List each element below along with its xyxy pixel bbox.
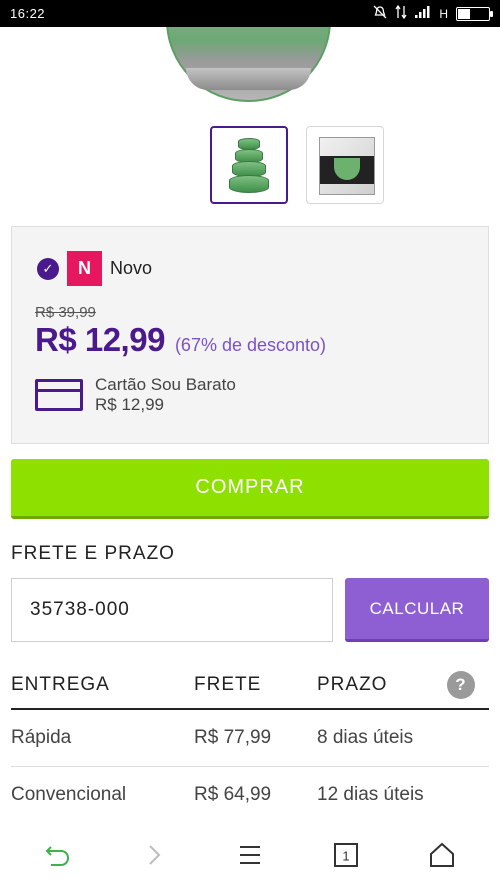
offer-card: ✓ N Novo R$ 39,99 R$ 12,99 (67% de desco…: [11, 226, 489, 444]
battery-icon: [456, 6, 493, 21]
network-type: H: [439, 6, 448, 21]
row-frete: R$ 64,99: [194, 784, 272, 805]
row-prazo: 12 dias úteis: [317, 784, 424, 805]
buy-button[interactable]: COMPRAR: [11, 459, 489, 519]
tab-count: 1: [342, 848, 349, 863]
silent-icon: [373, 5, 387, 22]
thumbnail-2[interactable]: [306, 126, 384, 204]
condition-badge: N: [67, 251, 102, 286]
row-entrega: Convencional: [11, 784, 127, 805]
forward-button[interactable]: [124, 825, 184, 885]
home-icon: [430, 842, 454, 867]
status-time: 16:22: [10, 6, 46, 21]
card-offer-row: Cartão Sou Barato R$ 12,99: [35, 375, 236, 415]
header-prazo: PRAZO: [317, 674, 388, 695]
back-button[interactable]: [28, 825, 88, 885]
card-name: Cartão Sou Barato: [95, 375, 236, 394]
shipping-title: FRETE E PRAZO: [11, 543, 175, 564]
row-prazo: 8 dias úteis: [317, 727, 414, 748]
thumbnail-1[interactable]: [210, 126, 288, 204]
condition-label: Novo: [110, 258, 153, 278]
shipping-table: ENTREGA FRETE PRAZO ? Rápida R$ 77,99 8 …: [11, 662, 489, 824]
chevron-right-icon: [149, 844, 161, 865]
header-entrega: ENTREGA: [11, 674, 110, 695]
package-image: [319, 137, 375, 195]
thumbnail-strip: [210, 126, 384, 204]
help-icon[interactable]: ?: [447, 671, 475, 699]
product-image[interactable]: [0, 27, 500, 117]
home-button[interactable]: [412, 825, 472, 885]
status-bar: 16:22 H: [0, 0, 500, 27]
back-arrow-icon: [45, 845, 70, 866]
discount-label: (67% de desconto): [174, 335, 327, 355]
table-header: ENTREGA FRETE PRAZO ?: [11, 662, 489, 710]
calculate-button[interactable]: CALCULAR: [345, 578, 489, 642]
old-price: R$ 39,99: [35, 304, 96, 321]
tabs-icon: 1: [334, 842, 358, 867]
menu-icon: [240, 845, 260, 864]
credit-card-icon: [35, 379, 83, 411]
status-icons: H: [373, 4, 493, 22]
header-frete: FRETE: [194, 674, 262, 695]
price-row: R$ 12,99 (67% de desconto): [35, 321, 326, 359]
check-icon: ✓: [37, 257, 59, 280]
table-row: Convencional R$ 64,99 12 dias úteis: [11, 767, 489, 824]
signal-icon: [415, 6, 431, 21]
product-bowl-image: [166, 27, 331, 102]
tabs-button[interactable]: 1: [316, 825, 376, 885]
data-transfer-icon: [395, 4, 407, 22]
table-row: Rápida R$ 77,99 8 dias úteis: [11, 710, 489, 767]
menu-button[interactable]: [220, 825, 280, 885]
row-entrega: Rápida: [11, 727, 72, 748]
condition-row: ✓ N Novo: [37, 251, 152, 286]
card-price: R$ 12,99: [95, 395, 164, 414]
current-price: R$ 12,99: [35, 321, 165, 358]
browser-nav-bar: 1: [0, 820, 500, 889]
row-frete: R$ 77,99: [194, 727, 272, 748]
cep-input[interactable]: [11, 578, 333, 642]
